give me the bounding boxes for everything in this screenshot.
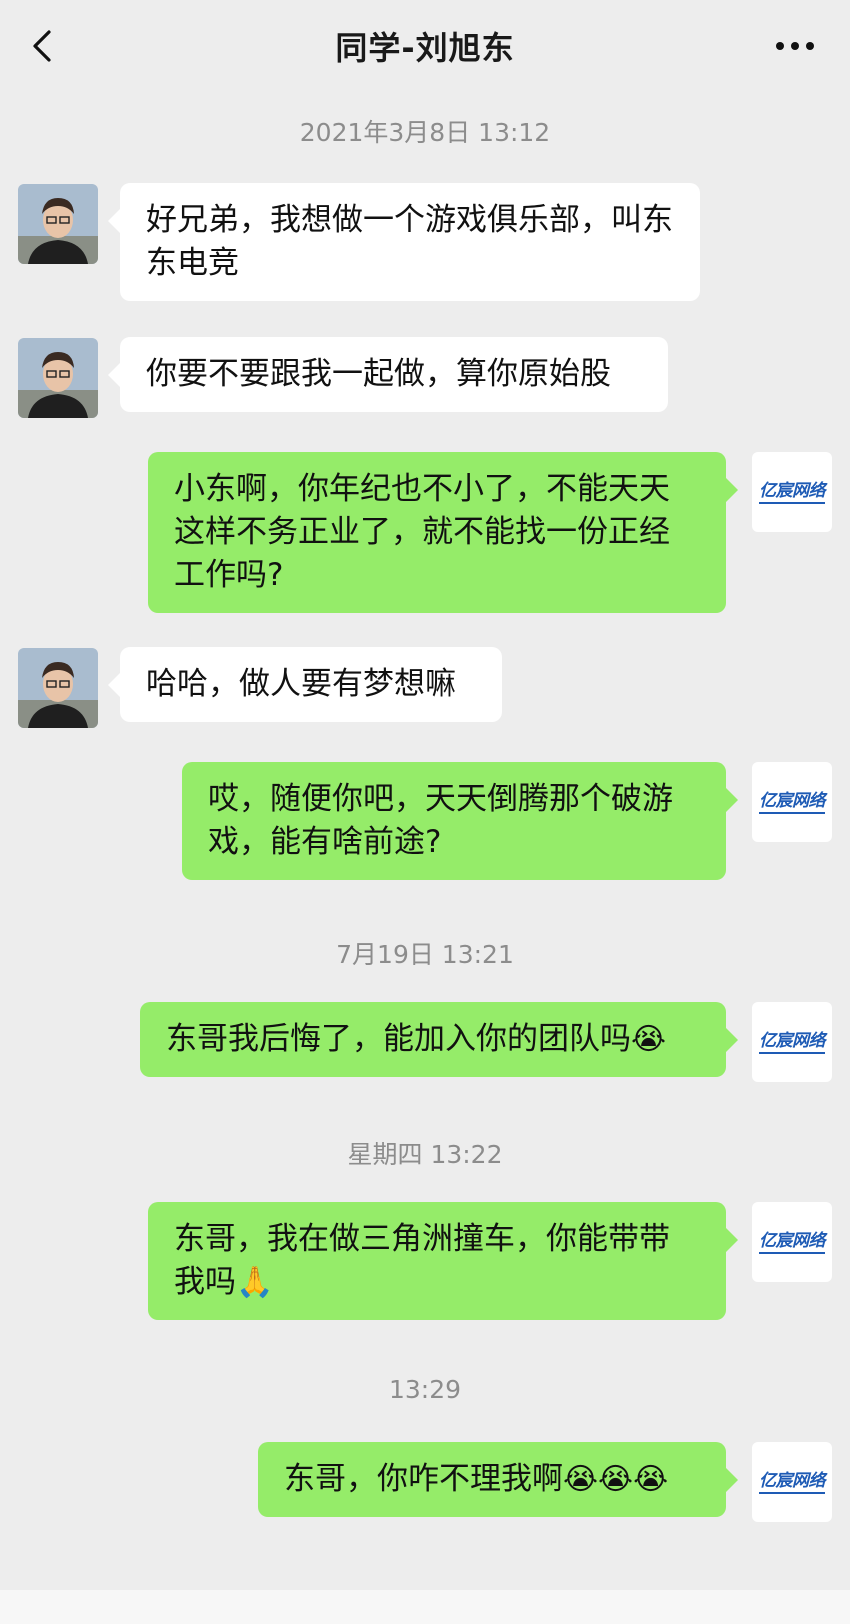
- message-bubble-incoming[interactable]: 你要不要跟我一起做，算你原始股: [108, 337, 668, 412]
- message-bubble-outgoing[interactable]: 东哥，我在做三角洲撞车，你能带带我吗🙏: [148, 1202, 738, 1320]
- more-button[interactable]: [770, 26, 820, 66]
- message-bubble-incoming[interactable]: 好兄弟，我想做一个游戏俱乐部，叫东东电竞: [108, 183, 700, 301]
- more-dots-icon: [776, 42, 814, 50]
- contact-avatar[interactable]: [18, 648, 98, 728]
- praying-hands-emoji: 🙏: [236, 1265, 274, 1300]
- chat-title: 同学-刘旭东: [335, 29, 515, 67]
- chevron-left-icon: [33, 30, 51, 62]
- timestamp: 星期四 13:22: [347, 1140, 503, 1169]
- avatar-photo: [18, 338, 98, 418]
- timestamp: 7月19日 13:21: [336, 940, 514, 969]
- my-avatar[interactable]: 亿宸网络: [752, 762, 832, 842]
- message-text: 好兄弟，我想做一个游戏俱乐部，叫东东电竞: [146, 202, 673, 281]
- crying-emoji: 😭😭😭: [563, 1462, 669, 1497]
- crying-emoji: 😭: [631, 1022, 667, 1057]
- timestamp: 2021年3月8日 13:12: [299, 118, 551, 147]
- my-avatar[interactable]: 亿宸网络: [752, 1442, 832, 1522]
- message-text: 哈哈，做人要有梦想嘛: [146, 666, 456, 702]
- timestamp: 13:29: [388, 1375, 462, 1404]
- message-bubble-incoming[interactable]: 哈哈，做人要有梦想嘛: [108, 647, 502, 722]
- chat-header: 同学-刘旭东: [0, 0, 850, 92]
- avatar-photo: [18, 184, 98, 264]
- my-avatar[interactable]: 亿宸网络: [752, 1002, 832, 1082]
- message-bubble-outgoing[interactable]: 哎，随便你吧，天天倒腾那个破游戏，能有啥前途?: [182, 762, 738, 880]
- message-text: 东哥，你咋不理我啊: [284, 1461, 563, 1497]
- message-text: 哎，随便你吧，天天倒腾那个破游戏，能有啥前途?: [208, 781, 673, 860]
- message-bubble-outgoing[interactable]: 东哥我后悔了，能加入你的团队吗😭: [140, 1002, 738, 1077]
- my-avatar[interactable]: 亿宸网络: [752, 452, 832, 532]
- input-bar-edge: [0, 1590, 850, 1624]
- back-button[interactable]: [22, 26, 62, 66]
- contact-avatar[interactable]: [18, 184, 98, 264]
- contact-avatar[interactable]: [18, 338, 98, 418]
- my-avatar[interactable]: 亿宸网络: [752, 1202, 832, 1282]
- watermark-logo: 亿宸网络: [759, 1470, 826, 1494]
- watermark-logo: 亿宸网络: [759, 1030, 826, 1054]
- message-bubble-outgoing[interactable]: 小东啊，你年纪也不小了，不能天天这样不务正业了，就不能找一份正经工作吗?: [148, 452, 738, 613]
- message-text: 小东啊，你年纪也不小了，不能天天这样不务正业了，就不能找一份正经工作吗?: [174, 471, 670, 593]
- message-text: 你要不要跟我一起做，算你原始股: [146, 356, 611, 392]
- watermark-logo: 亿宸网络: [759, 480, 826, 504]
- message-text: 东哥我后悔了，能加入你的团队吗: [166, 1021, 631, 1057]
- message-bubble-outgoing[interactable]: 东哥，你咋不理我啊😭😭😭: [258, 1442, 738, 1517]
- watermark-logo: 亿宸网络: [759, 790, 826, 814]
- avatar-photo: [18, 648, 98, 728]
- watermark-logo: 亿宸网络: [759, 1230, 826, 1254]
